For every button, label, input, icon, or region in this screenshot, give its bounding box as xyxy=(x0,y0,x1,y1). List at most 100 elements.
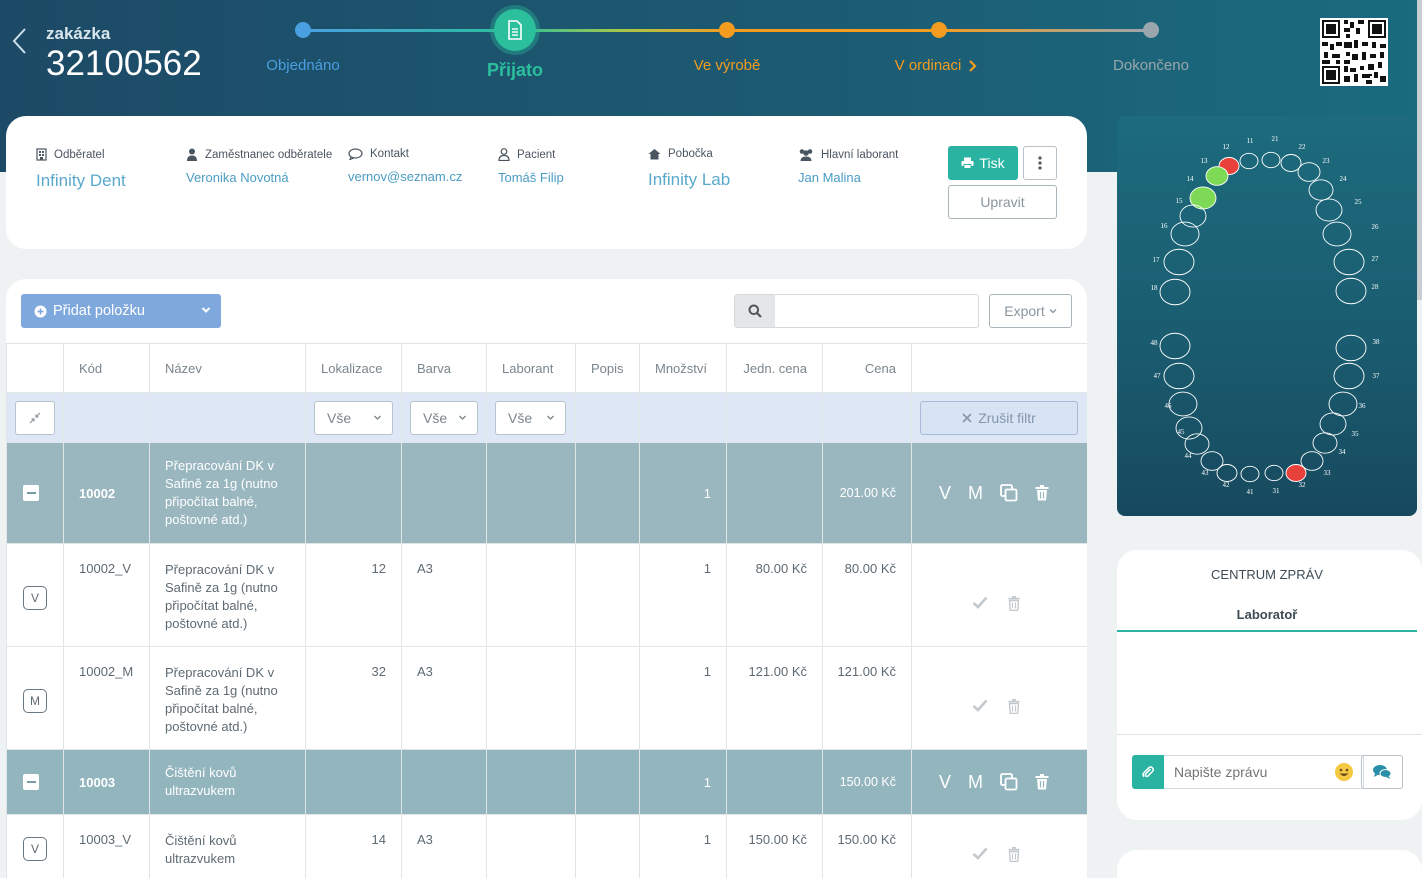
add-item-button[interactable]: Přidat položku xyxy=(21,294,221,328)
tooth-number: 22 xyxy=(1299,143,1307,151)
tooth-37[interactable]: 37 xyxy=(1333,362,1380,390)
search-button[interactable] xyxy=(735,295,775,327)
tooth-24[interactable]: 24 xyxy=(1308,175,1347,201)
tooth-35[interactable]: 35 xyxy=(1319,412,1359,438)
clear-filter-button[interactable]: Zrušit filtr xyxy=(920,400,1078,435)
col-quantity[interactable]: Množství xyxy=(639,343,727,393)
collapse-group-button[interactable] xyxy=(23,485,39,501)
checkmark-icon[interactable] xyxy=(972,847,988,860)
tooth-46[interactable]: 46 xyxy=(1165,391,1198,417)
add-variant-m-button[interactable]: M xyxy=(968,483,983,504)
filter-technician-select[interactable]: Vše xyxy=(495,400,566,435)
checkmark-icon[interactable] xyxy=(972,699,988,712)
info-branch-value[interactable]: Infinity Lab xyxy=(648,170,730,190)
tooth-17[interactable]: 17 xyxy=(1153,248,1195,276)
tooth-28[interactable]: 28 xyxy=(1335,277,1379,305)
add-variant-v-button[interactable]: V xyxy=(939,772,951,793)
tooth-47[interactable]: 47 xyxy=(1154,362,1195,390)
tooth-11[interactable]: 11 xyxy=(1239,137,1259,170)
attach-button[interactable] xyxy=(1132,755,1164,789)
tooth-45[interactable]: 45 xyxy=(1175,416,1203,440)
tooth-41[interactable]: 41 xyxy=(1240,465,1260,496)
tooth-25[interactable]: 25 xyxy=(1315,198,1362,222)
tooth-36[interactable]: 36 xyxy=(1328,391,1366,417)
chevron-right-icon[interactable] xyxy=(967,60,977,72)
trash-icon[interactable] xyxy=(1035,774,1049,790)
qr-code-icon[interactable] xyxy=(1320,18,1388,86)
search-input[interactable] xyxy=(775,295,978,327)
back-arrow-icon[interactable] xyxy=(10,26,30,56)
add-variant-v-button[interactable]: V xyxy=(939,483,951,504)
col-description[interactable]: Popis xyxy=(575,343,640,393)
tooth-27[interactable]: 27 xyxy=(1333,248,1379,276)
trash-icon[interactable] xyxy=(1008,596,1020,611)
step-dot-objednano[interactable] xyxy=(295,22,311,38)
step-dot-ve-vyrobe[interactable] xyxy=(719,22,735,38)
table-row-group[interactable]: 10003 Čištění kovů ultrazvukem 1 150.00 … xyxy=(6,749,1087,815)
tooth-48[interactable]: 48 xyxy=(1151,332,1191,360)
tooth-26[interactable]: 26 xyxy=(1322,221,1379,247)
tooth-32[interactable]: 32 xyxy=(1285,464,1307,490)
col-color[interactable]: Barva xyxy=(401,343,487,393)
row-code: 10003_V xyxy=(63,814,150,878)
info-employee-value[interactable]: Veronika Novotná xyxy=(186,170,332,185)
tooth-21[interactable]: 21 xyxy=(1261,135,1281,169)
collapse-all-button[interactable] xyxy=(15,400,55,435)
step-label-ve-vyrobe[interactable]: Ve výrobě xyxy=(694,57,761,74)
tooth-34[interactable]: 34 xyxy=(1312,432,1346,456)
tooth-23[interactable]: 23 xyxy=(1297,157,1330,182)
col-price[interactable]: Cena xyxy=(822,343,912,393)
edit-button[interactable]: Upravit xyxy=(948,185,1057,219)
info-customer-value[interactable]: Infinity Dent xyxy=(36,171,126,191)
col-technician[interactable]: Laborant xyxy=(486,343,576,393)
step-label-dokonceno[interactable]: Dokončeno xyxy=(1113,57,1189,74)
collapse-group-button[interactable] xyxy=(23,774,39,790)
col-unit-price[interactable]: Jedn. cena xyxy=(726,343,823,393)
copy-icon[interactable] xyxy=(1000,773,1018,791)
dental-chart[interactable]: 11 12 13 14 15 16 17 18 21 22 23 24 25 26 27 28 31 32 33 34… xyxy=(1117,116,1417,516)
table-row[interactable]: V 10003_V Čištění kovů ultrazvukem 14 A3… xyxy=(6,814,1087,878)
more-options-button[interactable] xyxy=(1023,146,1057,180)
filter-technician-value: Vše xyxy=(508,409,533,426)
col-name[interactable]: Název xyxy=(149,343,306,393)
tooth-42[interactable]: 42 xyxy=(1216,464,1238,490)
message-input[interactable] xyxy=(1164,755,1364,789)
tooth-18[interactable]: 18 xyxy=(1151,278,1191,306)
trash-icon[interactable] xyxy=(1035,485,1049,501)
tooth-22[interactable]: 22 xyxy=(1280,143,1307,172)
trash-icon[interactable] xyxy=(1008,847,1020,862)
table-row-group[interactable]: 10002 Přepracování DK v Safině za 1g (nu… xyxy=(6,442,1087,544)
step-label-prijato[interactable]: Přijato xyxy=(487,60,543,81)
step-dot-v-ordinaci[interactable] xyxy=(931,22,947,38)
step-current-prijato[interactable] xyxy=(494,9,536,51)
tooth-31[interactable]: 31 xyxy=(1264,464,1284,495)
send-message-button[interactable] xyxy=(1361,755,1403,789)
tooth-number: 43 xyxy=(1202,469,1210,477)
info-patient-value[interactable]: Tomáš Filip xyxy=(498,170,564,185)
add-variant-m-button[interactable]: M xyxy=(968,772,983,793)
info-lab-head-value[interactable]: Jan Malina xyxy=(798,170,898,185)
step-label-objednano[interactable]: Objednáno xyxy=(266,57,339,74)
filter-location-select[interactable]: Vše xyxy=(314,400,393,435)
tooth-16[interactable]: 16 xyxy=(1161,221,1200,247)
emoji-icon[interactable] xyxy=(1335,763,1353,781)
table-row[interactable]: V 10002_V Přepracování DK v Safině za 1g… xyxy=(6,543,1087,647)
export-button[interactable]: Export xyxy=(989,294,1072,328)
page-scrollbar[interactable] xyxy=(1417,0,1422,300)
tooth-43[interactable]: 43 xyxy=(1200,451,1224,477)
filter-color-select[interactable]: Vše xyxy=(410,400,478,435)
col-location[interactable]: Lokalizace xyxy=(305,343,402,393)
print-button[interactable]: Tisk xyxy=(948,146,1018,180)
col-code[interactable]: Kód xyxy=(63,343,150,393)
copy-icon[interactable] xyxy=(1000,484,1018,502)
tab-laboratory[interactable]: Laboratoř xyxy=(1117,607,1417,622)
info-contact-value[interactable]: vernov@seznam.cz xyxy=(348,169,462,184)
step-dot-dokonceno[interactable] xyxy=(1143,22,1159,38)
checkmark-icon[interactable] xyxy=(972,596,988,609)
step-label-v-ordinaci[interactable]: V ordinaci xyxy=(895,57,962,74)
table-row[interactable]: M 10002_M Přepracování DK v Safině za 1g… xyxy=(6,646,1087,750)
tooth-38[interactable]: 38 xyxy=(1335,334,1380,362)
trash-icon[interactable] xyxy=(1008,699,1020,714)
tooth-shape xyxy=(1312,432,1338,454)
tooth-44[interactable]: 44 xyxy=(1185,433,1210,460)
